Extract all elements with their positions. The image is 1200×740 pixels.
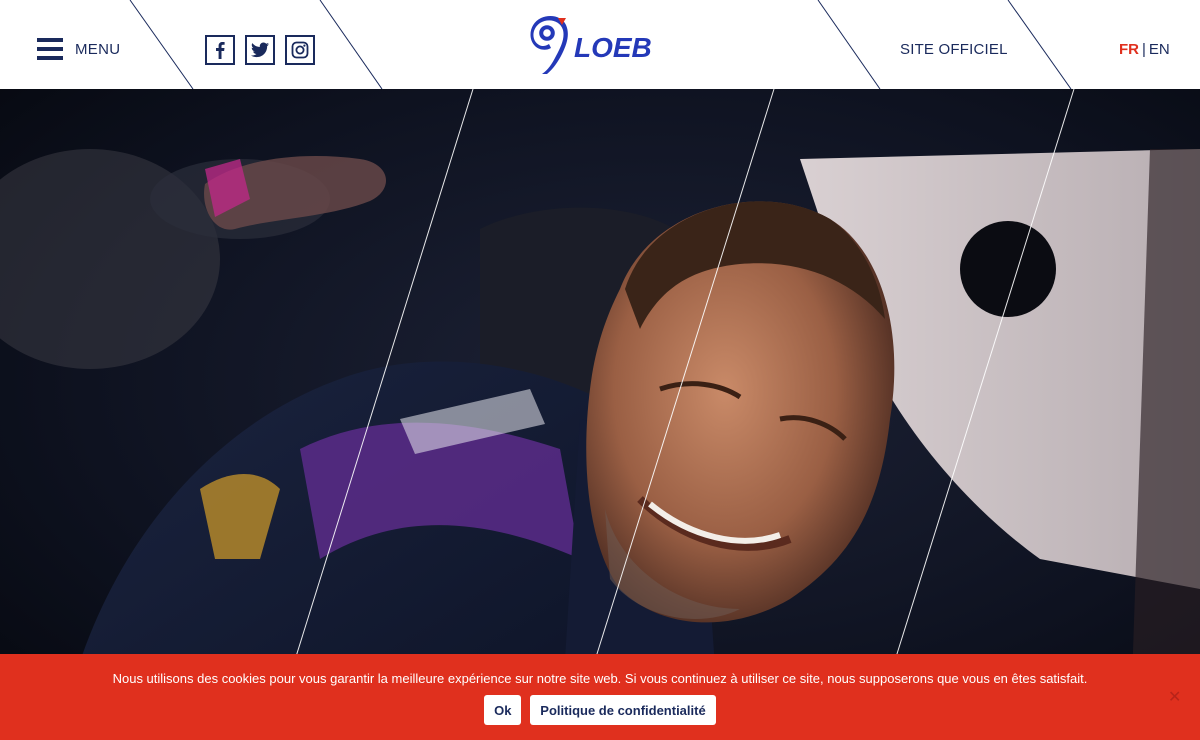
language-switcher: FR | EN — [1119, 41, 1170, 58]
site-officiel-link[interactable]: SITE OFFICIEL — [900, 41, 1008, 58]
social-links — [205, 35, 315, 65]
twitter-icon — [251, 42, 269, 58]
cookie-buttons: Ok Politique de confidentialité — [0, 695, 1200, 725]
cookie-ok-button[interactable]: Ok — [484, 695, 522, 725]
lang-fr-link[interactable]: FR — [1119, 41, 1139, 58]
twitter-link[interactable] — [245, 35, 275, 65]
site-header: MENU LOEB SITE OFFICIEL FR | EN — [0, 0, 1200, 89]
close-icon[interactable]: ✕ — [1168, 687, 1181, 707]
lang-separator: | — [1142, 41, 1146, 58]
hero-photo-driver-in-car — [0, 89, 1200, 740]
instagram-link[interactable] — [285, 35, 315, 65]
hero-image — [0, 89, 1200, 740]
facebook-link[interactable] — [205, 35, 235, 65]
lang-en-link[interactable]: EN — [1149, 41, 1170, 58]
menu-button[interactable]: MENU — [37, 38, 120, 60]
facebook-icon — [216, 42, 225, 59]
logo-text: LOEB — [574, 32, 652, 63]
hamburger-icon — [37, 38, 63, 60]
cookie-banner: Nous utilisons des cookies pour vous gar… — [0, 654, 1200, 740]
menu-label: MENU — [75, 40, 121, 58]
loeb-9-logo: LOEB — [530, 16, 652, 74]
privacy-policy-button[interactable]: Politique de confidentialité — [530, 695, 716, 725]
instagram-icon — [291, 41, 309, 59]
cookie-message: Nous utilisons des cookies pour vous gar… — [112, 671, 1088, 686]
site-logo[interactable]: LOEB — [528, 14, 670, 76]
